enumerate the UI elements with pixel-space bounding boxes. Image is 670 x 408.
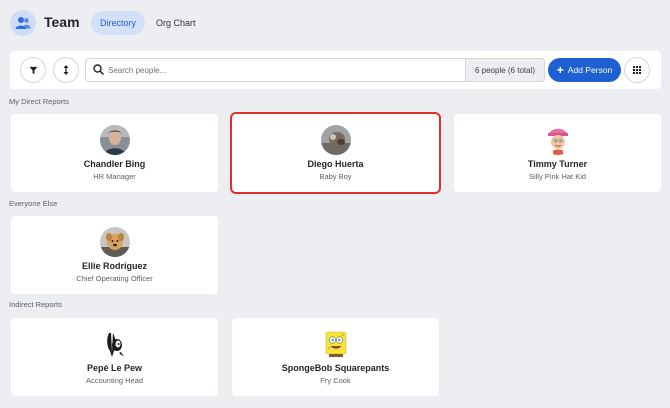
page-header: Team Directory Org Chart	[0, 0, 670, 46]
grid-view-button[interactable]	[624, 57, 650, 83]
section-label-everyone-else: Everyone Else	[9, 199, 58, 208]
page-title: Team	[44, 14, 80, 30]
plus-icon: +	[556, 63, 564, 77]
avatar	[100, 329, 130, 359]
search-field[interactable]	[85, 58, 466, 82]
section-label-indirect-reports: Indirect Reports	[9, 300, 62, 309]
person-card[interactable]: Chandler Bing HR Manager	[11, 114, 218, 192]
avatar	[100, 227, 130, 257]
filter-button[interactable]	[20, 57, 46, 83]
person-card[interactable]: Diego Huerta Baby Boy	[230, 112, 441, 194]
sort-button[interactable]	[53, 57, 79, 83]
add-person-label: Add Person	[567, 65, 613, 75]
search-icon	[93, 64, 104, 75]
person-name: Diego Huerta	[307, 159, 364, 169]
tab-directory[interactable]: Directory	[91, 11, 146, 35]
avatar	[100, 125, 130, 155]
grid-icon	[633, 66, 641, 74]
person-card[interactable]: Ellie Rodriguez Chief Operating Officer	[11, 216, 218, 294]
search-input[interactable]	[108, 62, 458, 78]
person-name: Pepé Le Pew	[86, 363, 143, 373]
person-role: Fry Cook	[320, 376, 351, 385]
toolbar: 6 people (6 total) + Add Person	[10, 51, 661, 89]
people-count: 6 people (6 total)	[465, 58, 545, 82]
person-card[interactable]: SpongeBob Squarepants Fry Cook	[232, 318, 439, 396]
person-card[interactable]: Timmy Turner Silly Pink Hat Kid	[454, 114, 661, 192]
person-role: Silly Pink Hat Kid	[528, 172, 587, 181]
section-label-direct-reports: My Direct Reports	[9, 97, 70, 106]
tab-org-chart[interactable]: Org Chart	[147, 11, 205, 35]
person-name: SpongeBob Squarepants	[281, 363, 390, 373]
filter-icon	[28, 66, 38, 74]
team-icon	[10, 10, 36, 36]
person-name: Ellie Rodriguez	[81, 261, 147, 271]
person-name: Chandler Bing	[83, 159, 146, 169]
person-role: Accounting Head	[85, 376, 144, 385]
person-role: Baby Boy	[319, 172, 352, 181]
avatar	[321, 329, 351, 359]
avatar	[543, 125, 573, 155]
add-person-button[interactable]: + Add Person	[548, 58, 621, 82]
avatar	[321, 125, 351, 155]
person-role: Chief Operating Officer	[76, 274, 153, 283]
person-role: HR Manager	[93, 172, 136, 181]
sort-icon	[63, 65, 69, 75]
person-name: Timmy Turner	[527, 159, 588, 169]
person-card[interactable]: Pepé Le Pew Accounting Head	[11, 318, 218, 396]
